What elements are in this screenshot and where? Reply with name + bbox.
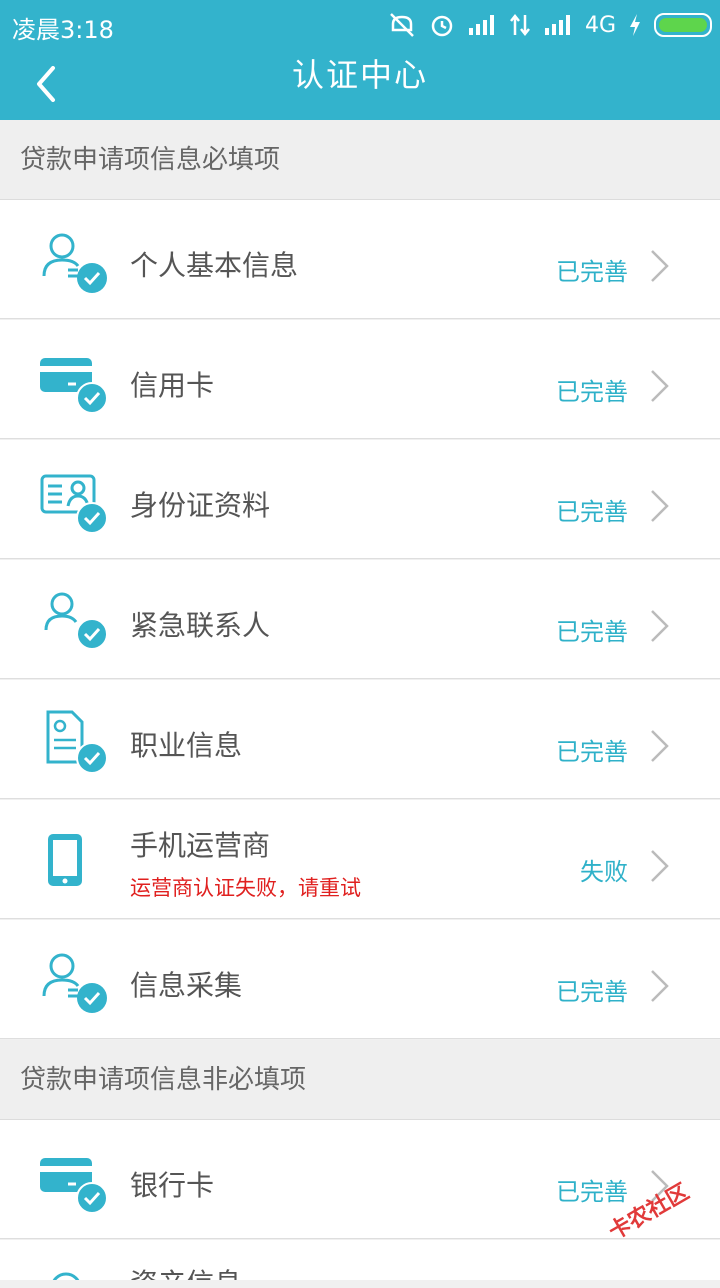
- document-icon: [46, 710, 108, 774]
- item-status: 已完善: [556, 978, 628, 1006]
- phone-icon: [48, 834, 82, 886]
- data-transfer-icon: [509, 13, 530, 37]
- item-status: 已完善: [556, 378, 628, 406]
- credit-card-icon: [40, 358, 108, 414]
- title-bar: 认证中心: [0, 50, 720, 120]
- item-emergency-contact[interactable]: 紧急联系人 已完善: [0, 560, 720, 679]
- signal-icon-2: [544, 15, 570, 35]
- person-icon: [42, 953, 107, 1013]
- status-bar: 凌晨3:18 4G: [0, 0, 720, 50]
- item-occupation-info[interactable]: 职业信息 已完善: [0, 680, 720, 799]
- item-label: 信用卡: [130, 369, 215, 402]
- item-status: 已完善: [556, 738, 628, 766]
- id-card-icon: [40, 474, 108, 534]
- item-credit-card[interactable]: 信用卡 已完善: [0, 320, 720, 439]
- item-error-message: 运营商认证失败，请重试: [130, 876, 361, 900]
- contact-icon: [44, 592, 108, 650]
- item-status: 已完善: [556, 1178, 628, 1206]
- item-mobile-carrier[interactable]: 手机运营商 运营商认证失败，请重试 失败: [0, 800, 720, 919]
- item-label: 职业信息: [130, 729, 243, 762]
- item-personal-info[interactable]: 个人基本信息 已完善: [0, 200, 720, 319]
- item-label: 个人基本信息: [130, 249, 299, 282]
- section-optional: 贷款申请项信息非必填项: [0, 1040, 720, 1120]
- item-status: 已完善: [556, 498, 628, 526]
- section-required: 贷款申请项信息必填项: [0, 120, 720, 200]
- asset-icon: [52, 1272, 80, 1280]
- network-type: 4G: [584, 12, 616, 38]
- item-asset-info[interactable]: 资产信息: [0, 1240, 720, 1280]
- item-id-card[interactable]: 身份证资料 已完善: [0, 440, 720, 559]
- item-info-collection[interactable]: 信息采集 已完善: [0, 920, 720, 1039]
- signal-icon: [468, 15, 494, 35]
- chevron-right-icon: [651, 490, 669, 522]
- chevron-right-icon: [651, 250, 669, 282]
- chevron-right-icon: [651, 970, 669, 1002]
- battery-icon: [654, 13, 712, 37]
- item-label: 银行卡: [130, 1169, 215, 1202]
- chevron-right-icon: [651, 610, 669, 642]
- item-label: 手机运营商: [130, 829, 271, 862]
- item-label: 资产信息: [130, 1262, 242, 1280]
- chevron-right-icon: [651, 730, 669, 762]
- item-label: 身份证资料: [130, 489, 271, 522]
- page-title: 认证中心: [291, 56, 428, 94]
- item-status: 已完善: [556, 618, 628, 646]
- bank-card-icon: [40, 1158, 108, 1214]
- person-icon: [42, 233, 107, 293]
- item-status: 已完善: [556, 258, 628, 286]
- alarm-icon: [431, 15, 453, 37]
- status-time: 凌晨3:18: [12, 16, 114, 44]
- charging-icon: [630, 14, 640, 36]
- item-label: 紧急联系人: [130, 609, 271, 642]
- item-status: 失败: [580, 858, 628, 886]
- item-label: 信息采集: [130, 969, 243, 1002]
- status-icons: 4G: [387, 8, 712, 42]
- mute-icon: [390, 13, 414, 37]
- chevron-right-icon: [651, 370, 669, 402]
- chevron-right-icon: [651, 850, 669, 882]
